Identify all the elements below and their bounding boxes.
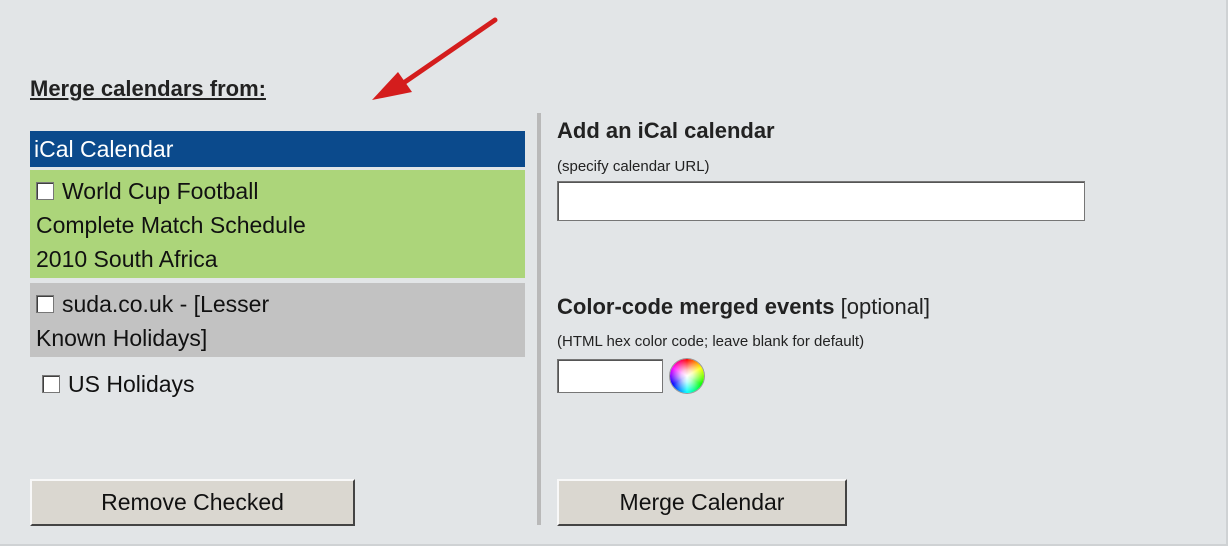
calendar-item-label: 2010 South Africa	[36, 246, 218, 272]
calendar-list: iCal Calendar World Cup Football Complet…	[30, 131, 525, 403]
merge-calendar-panel: Merge calendars from: iCal Calendar Worl…	[0, 0, 1228, 546]
calendar-item-line: World Cup Football	[36, 174, 519, 208]
vertical-divider	[537, 113, 541, 525]
color-code-heading: Color-code merged events [optional]	[557, 294, 930, 320]
optional-label: [optional]	[840, 294, 930, 319]
calendar-item-label: World Cup Football	[62, 178, 259, 204]
add-ical-hint: (specify calendar URL)	[557, 158, 710, 175]
merge-calendar-button[interactable]: Merge Calendar	[557, 479, 847, 526]
calendar-item-label: suda.co.uk - [Lesser	[62, 291, 270, 317]
remove-checked-button[interactable]: Remove Checked	[30, 479, 355, 526]
merge-calendars-heading: Merge calendars from:	[30, 76, 266, 101]
calendar-item-world-cup: World Cup Football Complete Match Schedu…	[30, 170, 525, 278]
calendar-item-label: Known Holidays]	[36, 325, 208, 351]
calendar-item-label: US Holidays	[68, 371, 195, 397]
calendar-list-header: iCal Calendar	[30, 131, 525, 167]
calendar-item-line: suda.co.uk - [Lesser	[36, 287, 519, 321]
color-wheel-icon[interactable]	[670, 359, 704, 393]
calendar-item-label: Complete Match Schedule	[36, 212, 306, 238]
add-ical-heading: Add an iCal calendar	[557, 118, 775, 143]
calendar-item-suda: suda.co.uk - [Lesser Known Holidays]	[30, 283, 525, 357]
us-holidays-checkbox[interactable]	[42, 375, 60, 393]
suda-checkbox[interactable]	[36, 295, 54, 313]
color-code-input[interactable]	[557, 359, 663, 393]
color-code-hint: (HTML hex color code; leave blank for de…	[557, 333, 865, 350]
calendar-url-input[interactable]	[557, 181, 1085, 221]
calendar-item-us-holidays: US Holidays	[30, 363, 525, 403]
color-code-title: Color-code merged events	[557, 294, 835, 319]
world-cup-checkbox[interactable]	[36, 182, 54, 200]
